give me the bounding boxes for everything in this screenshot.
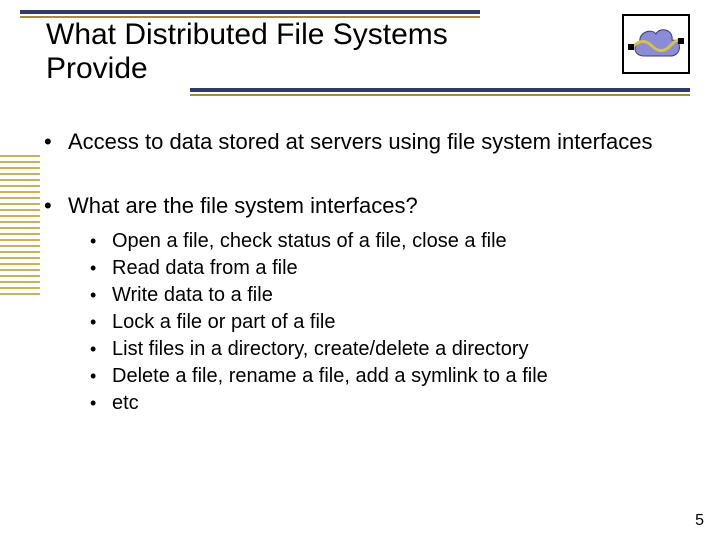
sub-bullet-item: etc [90, 390, 684, 417]
sub-bullet-text: Open a file, check status of a file, clo… [112, 230, 507, 252]
sub-bullet-text: Delete a file, rename a file, add a syml… [112, 365, 548, 387]
sub-bullet-item: Write data to a file [90, 282, 684, 309]
left-hatch-decoration [0, 155, 40, 295]
slide-body: Access to data stored at servers using f… [44, 128, 684, 453]
slide-title: What Distributed File Systems Provide [46, 18, 526, 86]
sub-bullet-item: Read data from a file [90, 255, 684, 282]
bullet-item: What are the file system interfaces? Ope… [44, 192, 684, 417]
sub-bullet-item: Delete a file, rename a file, add a syml… [90, 363, 684, 390]
title-rule-top [20, 10, 480, 14]
sub-bullet-text: Lock a file or part of a file [112, 311, 335, 333]
title-rule-bottom-accent [190, 94, 690, 96]
sub-bullet-text: List files in a directory, create/delete… [112, 338, 528, 360]
sub-bullet-text: Read data from a file [112, 257, 298, 279]
sub-bullet-item: Open a file, check status of a file, clo… [90, 228, 684, 255]
sub-bullet-text: etc [112, 392, 139, 414]
sub-bullet-item: List files in a directory, create/delete… [90, 336, 684, 363]
bullet-text: What are the file system interfaces? [68, 193, 418, 218]
sub-bullet-text: Write data to a file [112, 284, 273, 306]
bullet-text: Access to data stored at servers using f… [68, 129, 652, 154]
sub-bullet-item: Lock a file or part of a file [90, 309, 684, 336]
bullet-item: Access to data stored at servers using f… [44, 128, 684, 156]
title-rule-bottom [190, 88, 690, 92]
network-cloud-icon [622, 14, 690, 74]
page-number: 5 [695, 512, 704, 530]
